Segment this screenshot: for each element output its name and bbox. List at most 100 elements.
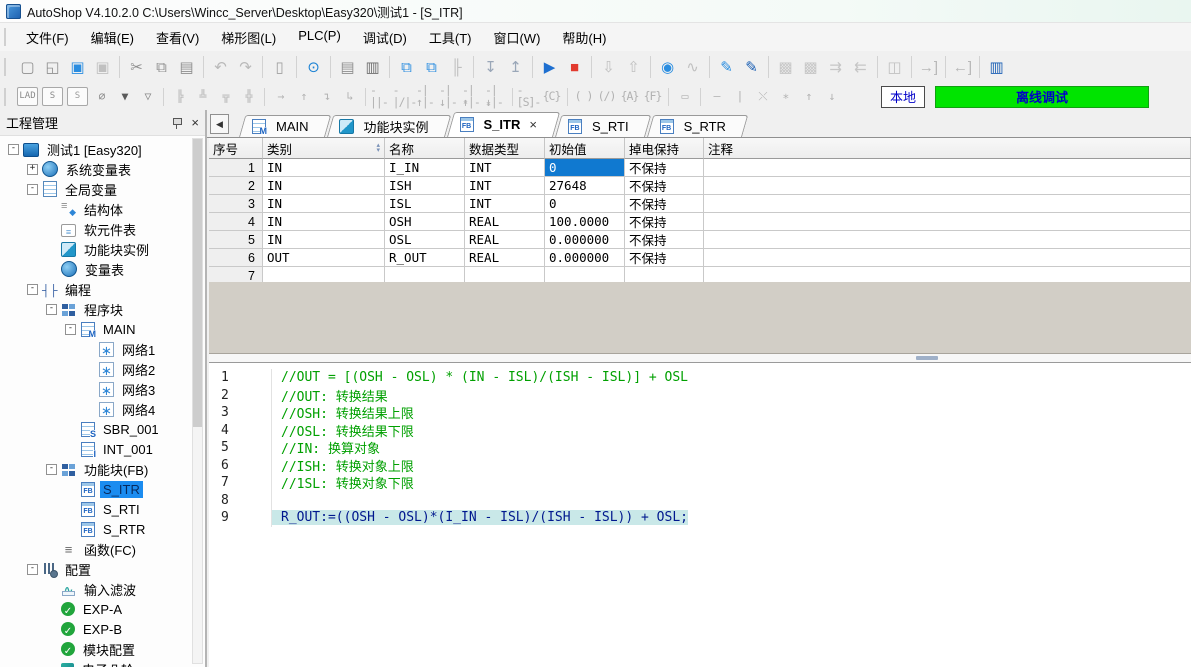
line-corner-up-icon[interactable]: ↳ (338, 86, 361, 107)
table-cell[interactable]: 27648 (545, 177, 625, 195)
tree-item[interactable]: S_RTI (0, 499, 205, 519)
line-corner-down-icon[interactable]: ↴ (315, 86, 338, 107)
tree-item[interactable]: -全局变量 (0, 179, 205, 199)
line-right-icon[interactable]: → (269, 86, 292, 107)
tree-expander-icon[interactable]: - (46, 304, 57, 315)
write-monitor-icon[interactable]: ✎ (714, 55, 739, 80)
contact-n-icon[interactable]: -|↓|- (439, 86, 462, 107)
menu-item[interactable]: 梯形图(L) (210, 24, 287, 51)
trace-icon[interactable]: ∿ (680, 55, 705, 80)
column-header[interactable]: 注释 (704, 138, 1191, 159)
insert-network-filled-icon[interactable]: ▼ (113, 86, 136, 107)
table-cell[interactable]: ISH (385, 177, 465, 195)
table-cell[interactable]: OSL (385, 231, 465, 249)
tab-s-itr[interactable]: S_ITR× (447, 112, 553, 137)
table-cell[interactable]: INT (465, 159, 545, 177)
tree-item[interactable]: -MAIN (0, 319, 205, 339)
offline-debug-button[interactable]: 离线调试 (935, 86, 1149, 108)
io-monitor-table-icon[interactable]: ▥ (984, 55, 1009, 80)
table-cell[interactable]: OSH (385, 213, 465, 231)
app-instruction-icon[interactable]: {A} (618, 86, 641, 107)
move-down-icon[interactable]: ↓ (820, 86, 843, 107)
lad-mode-icon[interactable]: LAD (17, 87, 38, 106)
compare-block-icon[interactable]: ▭ (673, 86, 696, 107)
code-line[interactable]: 9R_OUT:=((OSH - OSL)*(I_IN - ISL)/(ISH -… (209, 509, 1191, 527)
tree-expander-icon[interactable]: - (27, 284, 38, 295)
delete-row-icon[interactable]: ⇇ (848, 55, 873, 80)
delete-network-icon[interactable]: ▩ (798, 55, 823, 80)
tab-s-rti[interactable]: S_RTI (555, 115, 645, 137)
compile-icon[interactable]: ↧ (478, 55, 503, 80)
coil-counter-icon[interactable]: {C} (540, 86, 563, 107)
column-header[interactable]: 序号 (209, 138, 263, 159)
search-icon[interactable]: ⊙ (301, 55, 326, 80)
paste-icon[interactable]: ▤ (174, 55, 199, 80)
code-line[interactable]: 2//OUT: 转换结果 (209, 387, 1191, 405)
insert-row-icon[interactable]: ⇉ (823, 55, 848, 80)
delete-icon[interactable]: ▯ (267, 55, 292, 80)
contact-no-icon[interactable]: -||- (370, 86, 393, 107)
close-panel-icon[interactable]: × (191, 116, 199, 129)
tree-expander-icon[interactable]: + (27, 164, 38, 175)
code-line[interactable]: 5//IN: 换算对象 (209, 439, 1191, 457)
table-cell[interactable]: 不保持 (625, 231, 704, 249)
login-icon[interactable]: →] (916, 55, 941, 80)
tab-close-icon[interactable]: × (529, 118, 537, 131)
tree-item[interactable]: -配置 (0, 559, 205, 579)
contact-nc-icon[interactable]: -|/|- (393, 86, 416, 107)
table-cell[interactable]: 2 (209, 177, 263, 195)
sort-icon[interactable]: ▴▾ (376, 143, 380, 153)
tab-fb-instance[interactable]: 功能块实例 (327, 115, 445, 137)
code-line[interactable]: 7//1SL: 转换对象下限 (209, 474, 1191, 492)
undo-icon[interactable]: ↶ (208, 55, 233, 80)
tree-item[interactable]: S_ITR (0, 479, 205, 499)
tab-scroll-left-icon[interactable]: ◀ (210, 114, 229, 134)
table-cell[interactable]: 6 (209, 249, 263, 267)
upload-plc-icon[interactable]: ⇧ (621, 55, 646, 80)
delete-line-icon[interactable]: ⤬ (751, 86, 774, 107)
line-up-icon[interactable]: ↑ (292, 86, 315, 107)
menu-item[interactable]: PLC(P) (287, 24, 352, 51)
export-window-icon[interactable]: ⧉ (419, 55, 444, 80)
branch-open-icon[interactable]: ╠ (168, 86, 191, 107)
tree-expander-icon[interactable]: - (27, 184, 38, 195)
delete-node-icon[interactable]: ∗ (774, 86, 797, 107)
tree-item[interactable]: -程序块 (0, 299, 205, 319)
table-cell[interactable] (704, 231, 1191, 249)
redo-icon[interactable]: ↷ (233, 55, 258, 80)
tree-item[interactable]: -功能块(FB) (0, 459, 205, 479)
contact-reset-icon[interactable]: -|↡|- (485, 86, 508, 107)
table-cell[interactable]: INT (465, 177, 545, 195)
selected-cell[interactable]: 0 (545, 159, 625, 177)
table-cell[interactable]: 4 (209, 213, 263, 231)
table-cell[interactable]: 3 (209, 195, 263, 213)
tree-item[interactable]: 函数(FC) (0, 539, 205, 559)
tree-expander-icon[interactable]: - (8, 144, 19, 155)
column-header[interactable]: 掉电保持 (625, 138, 704, 159)
tree-item[interactable]: 输入滤波 (0, 579, 205, 599)
stop-icon[interactable]: ■ (562, 55, 587, 80)
func-instruction-icon[interactable]: {F} (641, 86, 664, 107)
table-cell[interactable]: IN (263, 213, 385, 231)
menu-item[interactable]: 帮助(H) (551, 24, 617, 51)
table-cell[interactable] (704, 177, 1191, 195)
print-preview-icon[interactable]: ▤ (335, 55, 360, 80)
local-mode-button[interactable]: 本地 (881, 86, 925, 108)
table-cell[interactable]: 1 (209, 159, 263, 177)
table-cell[interactable] (704, 213, 1191, 231)
code-line[interactable]: 3//OSH: 转换结果上限 (209, 404, 1191, 422)
print-icon[interactable]: ▥ (360, 55, 385, 80)
table-cell[interactable] (704, 195, 1191, 213)
tree-item[interactable]: 软元件表 (0, 219, 205, 239)
table-cell[interactable]: IN (263, 195, 385, 213)
menu-item[interactable]: 编辑(E) (80, 24, 145, 51)
table-cell[interactable]: REAL (465, 231, 545, 249)
coil-set-icon[interactable]: -[S]- (517, 86, 540, 107)
column-header[interactable]: 类别▴▾ (263, 138, 385, 159)
table-cell[interactable]: REAL (465, 213, 545, 231)
column-header[interactable]: 名称 (385, 138, 465, 159)
table-cell[interactable]: 不保持 (625, 249, 704, 267)
cascade-windows-icon[interactable]: ⧉ (394, 55, 419, 80)
hline-icon[interactable]: — (705, 86, 728, 107)
menu-item[interactable]: 工具(T) (418, 24, 483, 51)
